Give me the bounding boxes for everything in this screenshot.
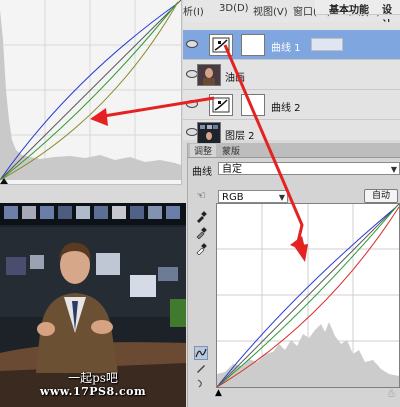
auto-button[interactable]: 自动	[364, 189, 398, 203]
layer-thumbnail	[197, 64, 221, 86]
layer-mask-thumbnail[interactable]	[241, 94, 265, 116]
adjustments-panel: 调整 蒙版 曲线 自定 ▼ ☜ RGB ▼ 自动 ▲ △	[187, 143, 400, 407]
visibility-eye-icon[interactable]	[186, 100, 198, 108]
panel-tabs: 调整 蒙版	[188, 143, 400, 158]
layer-mask-thumbnail[interactable]	[241, 34, 265, 56]
workspace-essentials[interactable]: 基本功能	[329, 1, 369, 16]
adjustment-curves-icon	[209, 94, 233, 116]
menu-item-analysis[interactable]: 析(I)	[183, 3, 204, 18]
fill-field[interactable]	[311, 38, 343, 51]
curve-edit-icon[interactable]	[194, 346, 208, 360]
preset-select[interactable]: 自定 ▼	[218, 162, 400, 175]
menu-item-3d[interactable]: 3D(D)	[219, 3, 249, 14]
layer-name: 曲线 2	[271, 103, 301, 114]
eyedropper-gray-icon[interactable]	[194, 227, 208, 241]
visibility-eye-icon[interactable]	[186, 40, 198, 48]
curves-graph[interactable]	[216, 203, 400, 388]
smooth-icon[interactable]	[194, 378, 208, 392]
tab-adjustments[interactable]: 调整	[190, 144, 217, 157]
layer-row-curves-1[interactable]: 曲线 1	[183, 30, 400, 60]
layer-name: 曲线 1	[271, 43, 301, 54]
watermark-line1: 一起ps吧	[68, 371, 118, 385]
black-point-slider-icon[interactable]: ▲	[215, 388, 222, 398]
watermark-line2: www.17PS8.com	[39, 385, 147, 398]
preset-value: 自定	[222, 164, 242, 175]
eyedropper-black-icon[interactable]	[194, 211, 208, 225]
channel-select[interactable]: RGB ▼	[218, 190, 288, 203]
white-point-slider-icon[interactable]: △	[388, 388, 395, 398]
eyedropper-white-icon[interactable]	[194, 243, 208, 257]
workspace-switcher: 基本功能 设计	[315, 0, 400, 31]
channel-value: RGB	[222, 192, 244, 203]
menu-item-view[interactable]: 视图(V)	[253, 3, 288, 18]
layer-name: 油画	[225, 73, 245, 84]
pencil-icon[interactable]	[194, 362, 208, 376]
layers-panel: 曲线 1 油画 曲线 2 图层 2	[183, 22, 400, 144]
layer-thumbnail	[197, 122, 221, 144]
layer-row-curves-2[interactable]: 曲线 2	[183, 90, 400, 120]
adjustment-type-label: 曲线	[192, 167, 212, 178]
adjustment-curves-icon	[209, 34, 233, 56]
preview-photo: 一起ps吧 www.17PS8.com	[0, 203, 186, 407]
tab-masks[interactable]: 蒙版	[218, 144, 244, 157]
layer-row-oil-paint[interactable]: 油画	[183, 60, 400, 90]
left-curves-graph	[0, 0, 182, 185]
chevron-down-icon: ▼	[390, 165, 397, 174]
layer-name: 图层 2	[225, 131, 255, 142]
hand-icon[interactable]: ☜	[194, 189, 208, 203]
